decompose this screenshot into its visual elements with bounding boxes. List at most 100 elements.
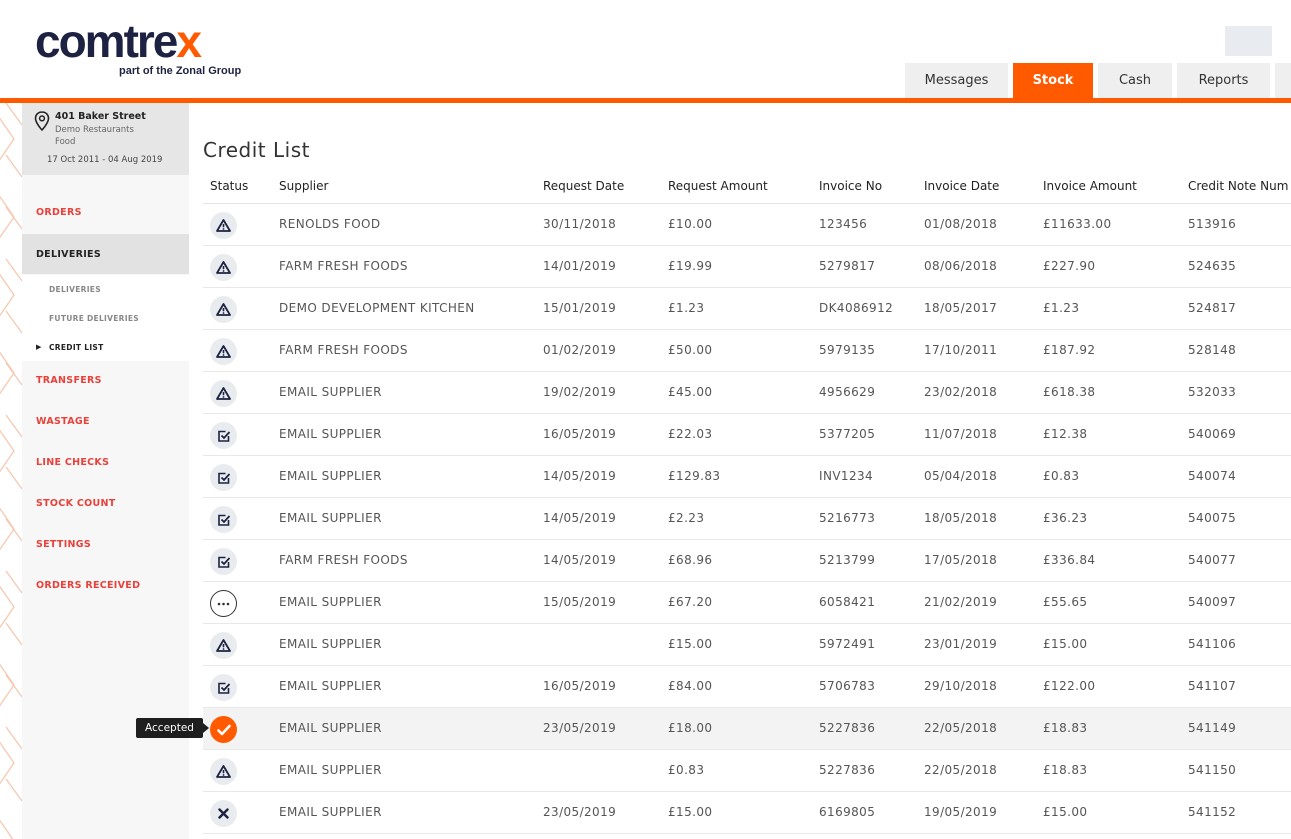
location-group: Demo Restaurants [55, 125, 134, 135]
comtrex-logo[interactable]: comtrex part of the Zonal Group [35, 18, 241, 77]
header-invoice-date[interactable]: Invoice Date [924, 179, 999, 193]
invoice-no-cell: 5216773 [819, 511, 876, 525]
credit-note-cell: 541106 [1188, 637, 1237, 651]
request-date-cell: 14/05/2019 [543, 511, 617, 525]
request-amount-cell: £45.00 [668, 385, 713, 399]
table-row[interactable]: EMAIL SUPPLIER 14/05/2019 £129.83 INV1234 05… [203, 456, 1291, 498]
warning-icon[interactable] [210, 338, 237, 365]
table-row[interactable]: EMAIL SUPPLIER 16/05/2019 £84.00 5706783 29/… [203, 666, 1291, 708]
request-date-cell: 01/02/2019 [543, 343, 617, 357]
invoice-amount-cell: £0.83 [1043, 469, 1080, 483]
subnav-credit-list-label: CREDIT LIST [49, 342, 104, 352]
invoice-amount-cell: £55.65 [1043, 595, 1088, 609]
nav-line-checks[interactable]: LINE CHECKS [22, 448, 189, 476]
checkbox-icon[interactable] [210, 548, 237, 575]
table-row[interactable]: FARM FRESH FOODS 14/05/2019 £68.96 5213799 1… [203, 540, 1291, 582]
invoice-amount-cell: £1.23 [1043, 301, 1080, 315]
invoice-no-cell: 5279817 [819, 259, 876, 273]
credit-note-cell: 541150 [1188, 763, 1237, 777]
tab-messages[interactable]: Messages [905, 63, 1008, 98]
credit-list-table: RENOLDS FOOD 30/11/2018 £10.00 123456 01/08/… [203, 204, 1291, 834]
request-date-cell: 14/05/2019 [543, 469, 617, 483]
nav-stock-count[interactable]: STOCK COUNT [22, 489, 189, 517]
table-header: Status Supplier Request Date Request Amo… [203, 171, 1291, 204]
supplier-cell: EMAIL SUPPLIER [279, 721, 382, 735]
table-row[interactable]: EMAIL SUPPLIER 23/05/2019 £18.00 5227836 22/… [203, 708, 1291, 750]
nav-orders[interactable]: ORDERS [22, 197, 189, 227]
nav-deliveries[interactable]: DELIVERIES [22, 234, 189, 274]
tab-stock[interactable]: Stock [1013, 63, 1093, 98]
warning-icon[interactable] [210, 212, 237, 239]
invoice-no-cell: 5377205 [819, 427, 876, 441]
tab-cash[interactable]: Cash [1098, 63, 1172, 98]
invoice-date-cell: 18/05/2017 [924, 301, 998, 315]
subnav-credit-list[interactable]: ▶ CREDIT LIST [22, 333, 189, 361]
warning-icon[interactable] [210, 632, 237, 659]
header-status[interactable]: Status [210, 179, 248, 193]
table-row[interactable]: DEMO DEVELOPMENT KITCHEN 15/01/2019 £1.23 D… [203, 288, 1291, 330]
subnav-deliveries[interactable]: DELIVERIES [22, 275, 189, 303]
warning-icon[interactable] [210, 296, 237, 323]
warning-icon[interactable] [210, 254, 237, 281]
supplier-cell: RENOLDS FOOD [279, 217, 381, 231]
nav-transfers[interactable]: TRANSFERS [22, 366, 189, 394]
table-row[interactable]: EMAIL SUPPLIER £15.00 5972491 23/01/2019 £15… [203, 624, 1291, 666]
supplier-cell: EMAIL SUPPLIER [279, 805, 382, 819]
invoice-date-cell: 23/02/2018 [924, 385, 998, 399]
request-date-cell: 30/11/2018 [543, 217, 617, 231]
header-request-amount[interactable]: Request Amount [668, 179, 768, 193]
table-row[interactable]: FARM FRESH FOODS 01/02/2019 £50.00 5979135 1… [203, 330, 1291, 372]
credit-note-cell: 540097 [1188, 595, 1237, 609]
subnav-future-deliveries[interactable]: FUTURE DELIVERIES [22, 303, 189, 333]
page-title: Credit List [203, 138, 310, 162]
checkbox-icon[interactable] [210, 464, 237, 491]
rejected-icon[interactable] [210, 800, 237, 827]
table-row[interactable]: EMAIL SUPPLIER 16/05/2019 £22.03 5377205 11/… [203, 414, 1291, 456]
invoice-amount-cell: £187.92 [1043, 343, 1096, 357]
table-row[interactable]: EMAIL SUPPLIER 14/05/2019 £2.23 5216773 18/0… [203, 498, 1291, 540]
supplier-cell: EMAIL SUPPLIER [279, 763, 382, 777]
table-row[interactable]: FARM FRESH FOODS 14/01/2019 £19.99 5279817 0… [203, 246, 1291, 288]
main-tabs: Messages Stock Cash Reports [905, 63, 1291, 98]
table-row[interactable]: EMAIL SUPPLIER £0.83 5227836 22/05/2018 £18.… [203, 750, 1291, 792]
invoice-date-cell: 22/05/2018 [924, 763, 998, 777]
header-supplier[interactable]: Supplier [279, 179, 328, 193]
request-amount-cell: £18.00 [668, 721, 713, 735]
accepted-icon[interactable] [210, 716, 237, 743]
invoice-no-cell: INV1234 [819, 469, 874, 483]
warning-icon[interactable] [210, 380, 237, 407]
nav-wastage[interactable]: WASTAGE [22, 407, 189, 435]
table-row[interactable]: EMAIL SUPPLIER 15/05/2019 £67.20 6058421 21/… [203, 582, 1291, 624]
request-amount-cell: £19.99 [668, 259, 713, 273]
invoice-date-cell: 29/10/2018 [924, 679, 998, 693]
header-request-date[interactable]: Request Date [543, 179, 624, 193]
table-row[interactable]: EMAIL SUPPLIER 19/02/2019 £45.00 4956629 23/… [203, 372, 1291, 414]
request-date-cell: 23/05/2019 [543, 805, 617, 819]
tab-reports[interactable]: Reports [1177, 63, 1270, 98]
checkbox-icon[interactable] [210, 422, 237, 449]
invoice-no-cell: 4956629 [819, 385, 876, 399]
warning-icon[interactable] [210, 758, 237, 785]
invoice-amount-cell: £11633.00 [1043, 217, 1112, 231]
location-card[interactable]: 401 Baker Street Demo Restaurants Food 1… [22, 103, 189, 175]
supplier-cell: EMAIL SUPPLIER [279, 385, 382, 399]
header-invoice-no[interactable]: Invoice No [819, 179, 882, 193]
invoice-amount-cell: £618.38 [1043, 385, 1096, 399]
credit-note-cell: 540077 [1188, 553, 1237, 567]
supplier-cell: EMAIL SUPPLIER [279, 427, 382, 441]
checkbox-icon[interactable] [210, 506, 237, 533]
invoice-date-cell: 22/05/2018 [924, 721, 998, 735]
checkbox-icon[interactable] [210, 674, 237, 701]
user-menu-box[interactable] [1225, 26, 1272, 56]
pending-icon[interactable] [210, 590, 237, 617]
header-credit-note-number[interactable]: Credit Note Num [1188, 179, 1288, 193]
table-row[interactable]: EMAIL SUPPLIER 23/05/2019 £15.00 6169805 19/… [203, 792, 1291, 834]
table-row[interactable]: RENOLDS FOOD 30/11/2018 £10.00 123456 01/08/… [203, 204, 1291, 246]
header-invoice-amount[interactable]: Invoice Amount [1043, 179, 1137, 193]
invoice-no-cell: 5213799 [819, 553, 876, 567]
tab-overflow[interactable] [1275, 63, 1291, 98]
request-amount-cell: £84.00 [668, 679, 713, 693]
nav-orders-received[interactable]: ORDERS RECEIVED [22, 571, 189, 599]
app-header: comtrex part of the Zonal Group Messages… [0, 0, 1291, 100]
nav-settings[interactable]: SETTINGS [22, 530, 189, 558]
